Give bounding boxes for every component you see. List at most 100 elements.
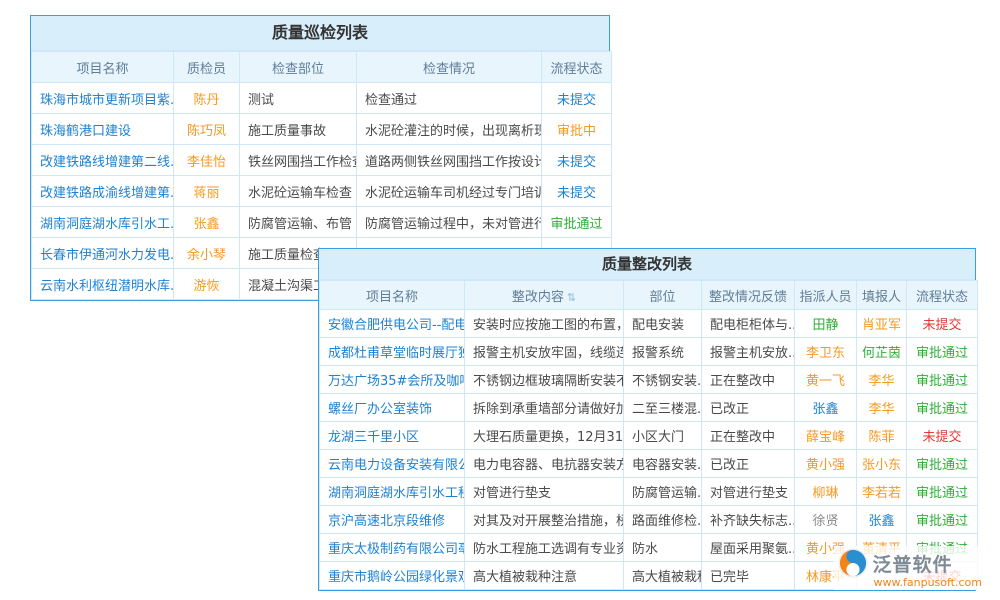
rectify-cell-status: 未提交 <box>907 310 978 338</box>
rectify-panel: 质量整改列表 项目名称 整改内容⇅ 部位 整改情况反馈指派人员填报人流程状态 安徽合肥… <box>318 248 976 591</box>
rectify-cell-status: 审批通过 <box>907 478 978 506</box>
rectify-row: 万达广场35#会所及咖啡厅空...不锈钢边框玻璃隔断安装不牢...不锈钢安装..… <box>320 366 978 394</box>
rectify-header-content[interactable]: 整改内容⇅ <box>465 281 624 310</box>
rectify-header-feedback: 整改情况反馈 <box>702 281 795 310</box>
rectify-cell-project[interactable]: 湖南洞庭湖水库引水工程施工... <box>320 478 465 506</box>
inspection-cell-inspector: 张鑫 <box>174 207 240 238</box>
rectify-cell-content: 不锈钢边框玻璃隔断安装不牢... <box>465 366 624 394</box>
column-label: 部位 <box>649 290 675 305</box>
rectify-cell-status: 审批通过 <box>907 366 978 394</box>
rectify-cell-feedback: 补齐缺失标志... <box>702 506 795 534</box>
rectify-cell-status: 未提交 <box>907 422 978 450</box>
rectify-cell-reporter: 陈菲 <box>857 422 907 450</box>
rectify-cell-project[interactable]: 万达广场35#会所及咖啡厅空... <box>320 366 465 394</box>
rectify-cell-feedback: 已改正 <box>702 450 795 478</box>
rectify-cell-project[interactable]: 京沪高速北京段维修 <box>320 506 465 534</box>
inspection-row: 珠海市城市更新项目紫...陈丹测试检查通过未提交 <box>32 83 612 114</box>
rectify-header-reporter: 填报人 <box>857 281 907 310</box>
inspection-cell-project[interactable]: 湖南洞庭湖水库引水工... <box>32 207 174 238</box>
rectify-table: 项目名称 整改内容⇅ 部位 整改情况反馈指派人员填报人流程状态 安徽合肥供电公司--配… <box>319 280 978 590</box>
rectify-cell-project[interactable]: 成都杜甫草堂临时展厅独立展... <box>320 338 465 366</box>
rectify-cell-reporter: 李华 <box>857 394 907 422</box>
inspection-header-situation: 检查情况 <box>357 52 542 83</box>
rectify-cell-project[interactable]: 重庆太极制药有限公司亳州中... <box>320 534 465 562</box>
column-label: 指派人员 <box>799 290 851 305</box>
rectify-row: 龙湖三千里小区大理石质量更换，12月31日之...小区大门正在整改中薛宝峰陈菲未… <box>320 422 978 450</box>
rectify-cell-assignee: 黄小强 <box>795 450 857 478</box>
inspection-header-inspector: 质检员 <box>174 52 240 83</box>
inspection-cell-inspector: 李佳怡 <box>174 145 240 176</box>
rectify-cell-project[interactable]: 龙湖三千里小区 <box>320 422 465 450</box>
rectify-header-row: 项目名称 整改内容⇅ 部位 整改情况反馈指派人员填报人流程状态 <box>320 281 978 310</box>
rectify-cell-part: 高大植被栽种 <box>624 562 702 590</box>
inspection-cell-part: 铁丝网围挡工作检查 <box>240 145 357 176</box>
rectify-cell-reporter: 张鑫 <box>857 506 907 534</box>
rectify-cell-content: 防水工程施工选调有专业资质... <box>465 534 624 562</box>
rectify-cell-assignee: 柳琳 <box>795 478 857 506</box>
rectify-cell-feedback: 正在整改中 <box>702 422 795 450</box>
rectify-cell-part: 二至三楼混... <box>624 394 702 422</box>
inspection-cell-project[interactable]: 改建铁路成渝线增建第... <box>32 176 174 207</box>
watermark-row: 泛普软件 <box>838 548 982 578</box>
brand-name: 泛普软件 <box>873 550 953 577</box>
rectify-cell-part: 配电安装 <box>624 310 702 338</box>
rectify-cell-feedback: 已改正 <box>702 394 795 422</box>
column-label: 填报人 <box>862 290 901 305</box>
column-label: 检查情况 <box>423 62 475 77</box>
column-label: 流程状态 <box>550 62 602 77</box>
rectify-cell-project[interactable]: 安徽合肥供电公司--配电设备... <box>320 310 465 338</box>
rectify-cell-content: 报警主机安放牢固，线缆连接... <box>465 338 624 366</box>
rectify-row: 京沪高速北京段维修对其及对开展整治措施，桥头...路面维修检...补齐缺失标志.… <box>320 506 978 534</box>
column-label: 项目名称 <box>366 290 418 305</box>
rectify-cell-project[interactable]: 云南电力设备安装有限公司20... <box>320 450 465 478</box>
inspection-cell-project[interactable]: 珠海鹤港口建设 <box>32 114 174 145</box>
inspection-cell-project[interactable]: 云南水利枢纽潜明水库... <box>32 269 174 300</box>
inspection-cell-inspector: 蒋丽 <box>174 176 240 207</box>
inspection-cell-status: 审批中 <box>542 114 612 145</box>
inspection-cell-status: 未提交 <box>542 176 612 207</box>
rectify-cell-part: 报警系统 <box>624 338 702 366</box>
column-label: 流程状态 <box>916 290 968 305</box>
inspection-cell-status: 未提交 <box>542 145 612 176</box>
rectify-cell-content: 对管进行垫支 <box>465 478 624 506</box>
rectify-row: 湖南洞庭湖水库引水工程施工...对管进行垫支防腐管运输...对管进行垫支柳琳李若… <box>320 478 978 506</box>
inspection-header-status: 流程状态 <box>542 52 612 83</box>
rectify-cell-feedback: 报警主机安放... <box>702 338 795 366</box>
inspection-header-part: 检查部位 <box>240 52 357 83</box>
rectify-row: 安徽合肥供电公司--配电设备...安装时应按施工图的布置，将...配电安装配电柜… <box>320 310 978 338</box>
fanpu-logo-icon <box>838 548 868 578</box>
inspection-cell-part: 水泥砼运输车检查 <box>240 176 357 207</box>
rectify-cell-content: 高大植被栽种注意 <box>465 562 624 590</box>
rectify-header-assignee: 指派人员 <box>795 281 857 310</box>
rectify-cell-status: 审批通过 <box>907 506 978 534</box>
rectify-cell-feedback: 配电柜柜体与... <box>702 310 795 338</box>
column-label: 整改情况反馈 <box>709 290 787 305</box>
rectify-cell-part: 防腐管运输... <box>624 478 702 506</box>
rectify-cell-assignee: 黄一飞 <box>795 366 857 394</box>
column-label: 检查部位 <box>272 62 324 77</box>
inspection-cell-situation: 检查通过 <box>357 83 542 114</box>
sort-icon[interactable]: ⇅ <box>567 291 576 304</box>
inspection-header-row: 项目名称质检员检查部位检查情况流程状态 <box>32 52 612 83</box>
inspection-cell-inspector: 余小琴 <box>174 238 240 269</box>
rectify-row: 螺丝厂办公室装饰拆除到承重墙部分请做好加固...二至三楼混...已改正张鑫李华审… <box>320 394 978 422</box>
rectify-cell-project[interactable]: 重庆市鹅岭公园绿化景观提升... <box>320 562 465 590</box>
inspection-cell-inspector: 陈巧凤 <box>174 114 240 145</box>
inspection-row: 珠海鹤港口建设陈巧凤施工质量事故水泥砼灌注的时候，出现离析现象审批中 <box>32 114 612 145</box>
inspection-panel-title: 质量巡检列表 <box>31 16 609 51</box>
inspection-cell-inspector: 陈丹 <box>174 83 240 114</box>
rectify-header-part: 部位 <box>624 281 702 310</box>
inspection-cell-status: 未提交 <box>542 83 612 114</box>
inspection-cell-project[interactable]: 珠海市城市更新项目紫... <box>32 83 174 114</box>
rectify-cell-assignee: 张鑫 <box>795 394 857 422</box>
inspection-cell-situation: 防腐管运输过程中，未对管进行... <box>357 207 542 238</box>
rectify-cell-project[interactable]: 螺丝厂办公室装饰 <box>320 394 465 422</box>
brand-url: www.fanpusoft.com <box>874 576 982 589</box>
rectify-panel-title: 质量整改列表 <box>319 249 975 280</box>
inspection-cell-project[interactable]: 长春市伊通河水力发电... <box>32 238 174 269</box>
rectify-cell-part: 防水 <box>624 534 702 562</box>
inspection-cell-project[interactable]: 改建铁路线增建第二线... <box>32 145 174 176</box>
inspection-cell-part: 测试 <box>240 83 357 114</box>
rectify-cell-status: 审批通过 <box>907 450 978 478</box>
rectify-cell-part: 路面维修检... <box>624 506 702 534</box>
